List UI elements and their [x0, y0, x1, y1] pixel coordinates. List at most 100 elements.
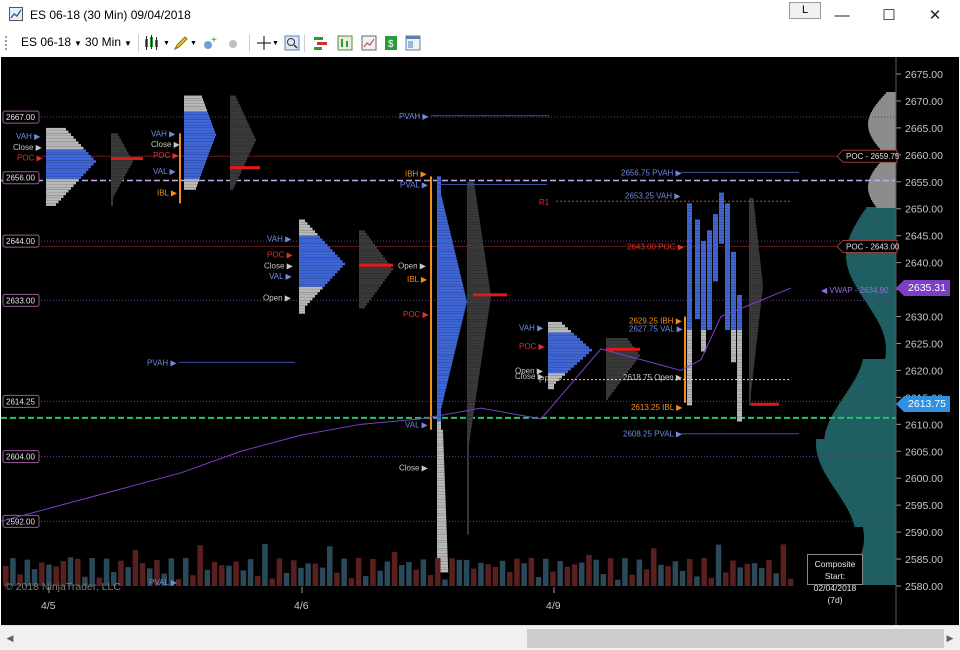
instrument-selector[interactable]: ES 06-18 ▼ [21, 35, 82, 49]
volume-cell [467, 378, 479, 382]
composite-volume-bar [877, 319, 896, 321]
chart-trader-icon[interactable] [336, 34, 354, 52]
maximize-button[interactable]: ☐ [866, 0, 912, 30]
volume-cell [230, 119, 248, 123]
toolbar-grip[interactable] [5, 36, 7, 50]
tpo-cell [437, 440, 444, 444]
tpo-cell [731, 289, 736, 293]
volume-bar [550, 571, 556, 586]
strategies-icon[interactable] [312, 34, 330, 52]
tpo-cell [687, 281, 692, 285]
chevron-down-icon[interactable]: ▼ [189, 34, 198, 52]
volume-cell [359, 278, 385, 282]
tpo-cell [437, 491, 446, 495]
composite-volume-bar [851, 231, 896, 233]
volume-cell [749, 400, 751, 403]
scrollbar-thumb[interactable] [527, 629, 944, 648]
tpo-cell [701, 316, 706, 320]
tpo-cell [687, 324, 692, 328]
data-box-icon[interactable] [360, 34, 378, 52]
tpo-cell [725, 284, 730, 287]
tpo-cell [725, 241, 730, 244]
volume-cell [111, 181, 121, 185]
volume-cell [749, 324, 759, 328]
tpo-cell [184, 114, 209, 118]
composite-volume-bar [819, 461, 896, 463]
tpo-cell [707, 251, 712, 255]
price-axis-label: 2645.00 [905, 231, 943, 243]
chevron-down-icon[interactable]: ▼ [162, 34, 171, 52]
market-profile-chart[interactable]: 2667.00 2656.00 2644.00 2633.00 2614.25 2604.… [1, 57, 959, 625]
add-indicator-icon[interactable]: + [201, 34, 219, 52]
tpo-cell [719, 241, 724, 244]
remove-indicator-icon[interactable] [225, 34, 243, 52]
close-button[interactable]: ✕ [912, 0, 958, 30]
tpo-cell [731, 324, 736, 328]
composite-volume-bar [876, 144, 896, 146]
tpo-cell [737, 367, 742, 371]
composite-volume-bar [854, 379, 896, 381]
minimize-button[interactable]: — [819, 0, 865, 30]
scroll-left-arrow-icon[interactable]: ◀ [2, 631, 18, 646]
tpo-cell [437, 499, 446, 503]
tpo-cell [437, 311, 465, 314]
tpo-cell [725, 308, 730, 312]
profile-label: Close ▶ [515, 372, 545, 381]
volume-cell [359, 241, 373, 244]
tpo-cell [737, 400, 742, 403]
price-axis-label: 2675.00 [905, 69, 943, 81]
composite-start-box: Composite Start: 02/04/2018 (7d) [807, 554, 863, 605]
link-button[interactable]: L [789, 2, 821, 19]
chart-style-icon[interactable] [143, 34, 161, 52]
volume-cell [467, 305, 490, 309]
volume-cell [111, 192, 115, 196]
volume-cell [111, 195, 114, 198]
composite-volume-bar [846, 259, 896, 261]
tpo-cell [437, 397, 444, 400]
tpo-cell [725, 281, 730, 285]
tpo-cell [437, 211, 446, 215]
tpo-cell [737, 394, 742, 398]
tpo-cell [437, 532, 447, 535]
tpo-cell [701, 284, 706, 287]
volume-bar [204, 569, 211, 586]
composite-volume-bar [846, 257, 896, 259]
composite-volume-bar [851, 277, 896, 279]
tpo-cell [437, 316, 464, 320]
tpo-cell [687, 203, 692, 206]
tpo-cell [707, 268, 712, 271]
tpo-cell [46, 165, 91, 169]
volume-cell [467, 208, 479, 212]
volume-cell [749, 284, 763, 287]
volume-cell [467, 330, 486, 333]
tpo-cell [701, 249, 706, 252]
tpo-cell [731, 294, 736, 298]
tpo-cell [437, 200, 443, 204]
zoom-icon[interactable] [283, 34, 301, 52]
volume-cell [467, 483, 469, 487]
composite-volume-bar [816, 445, 896, 447]
interval-selector[interactable]: 30 Min ▼ [85, 35, 132, 49]
tpo-cell [437, 418, 441, 422]
tpo-cell [707, 308, 712, 312]
price-axis-label: 2640.00 [905, 258, 943, 270]
tpo-cell [437, 537, 447, 541]
scroll-right-arrow-icon[interactable]: ▶ [942, 631, 958, 646]
tpo-cell [437, 365, 452, 368]
volume-cell [467, 254, 485, 258]
tpo-cell [548, 365, 574, 368]
money-icon[interactable]: $ [382, 34, 400, 52]
volume-bar [715, 544, 722, 586]
properties-icon[interactable] [404, 34, 422, 52]
chevron-down-icon[interactable]: ▼ [271, 34, 280, 52]
composite-volume-bar [868, 182, 896, 184]
composite-volume-bar [827, 477, 896, 479]
volume-cell [467, 359, 482, 363]
tpo-cell [437, 507, 446, 511]
drawing-tool-icon[interactable] [172, 34, 190, 52]
tpo-cell [695, 230, 700, 233]
horizontal-scrollbar[interactable]: ◀ ▶ [0, 625, 960, 650]
chart-panel[interactable]: 2667.00 2656.00 2644.00 2633.00 2614.25 2604.… [1, 57, 959, 625]
tpo-cell [701, 324, 706, 328]
price-axis-label: 2600.00 [905, 473, 943, 485]
